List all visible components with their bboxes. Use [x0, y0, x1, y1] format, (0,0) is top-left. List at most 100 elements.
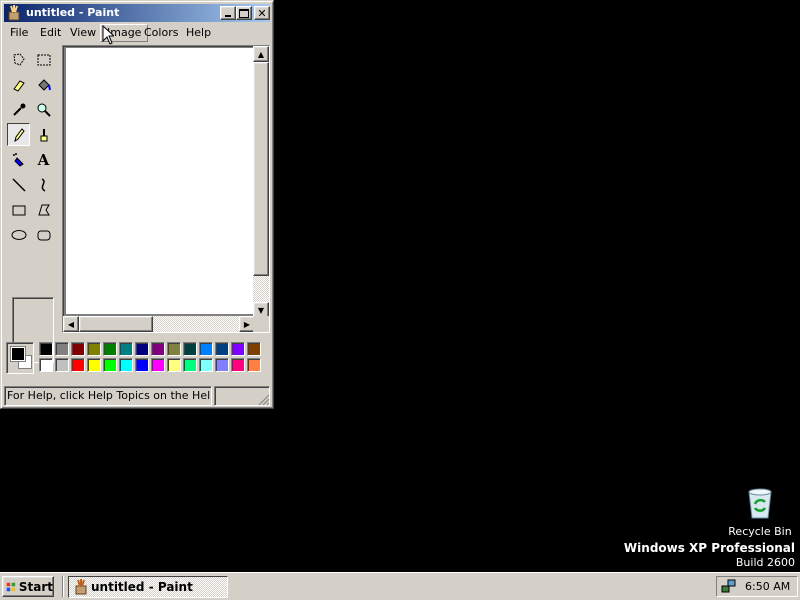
tool-polygon[interactable] — [32, 198, 55, 221]
paint-app-icon — [75, 579, 87, 595]
palette-swatch[interactable] — [151, 342, 165, 356]
brush-icon — [40, 128, 47, 141]
palette-swatch[interactable] — [71, 342, 85, 356]
palette-swatch[interactable] — [39, 342, 53, 356]
tool-brush[interactable] — [32, 123, 55, 146]
tool-free-form-select[interactable] — [7, 48, 30, 71]
eyedropper-icon — [12, 103, 25, 116]
tool-eraser[interactable] — [7, 73, 30, 96]
menu-help[interactable]: Help — [180, 25, 217, 41]
tool-select[interactable] — [32, 48, 55, 71]
paint-window: untitled - Paint ✕ File Edit View Image … — [0, 0, 274, 409]
line-icon — [11, 177, 26, 192]
tool-fill[interactable] — [32, 73, 55, 96]
horizontal-scrollbar[interactable]: ◀ ▶ — [63, 316, 255, 332]
free-form-select-icon — [12, 52, 25, 66]
canvas-area: ▲ ▼ ◀ ▶ — [62, 45, 270, 333]
palette-swatch[interactable] — [135, 358, 149, 372]
tool-line[interactable] — [7, 173, 30, 196]
eraser-icon — [12, 79, 25, 92]
palette-swatch[interactable] — [119, 342, 133, 356]
scroll-corner — [253, 316, 269, 332]
recycle-bin[interactable]: Recycle Bin — [722, 486, 798, 540]
palette-swatch[interactable] — [87, 342, 101, 356]
drawing-canvas[interactable] — [66, 48, 256, 314]
system-tray: 6:50 AM — [716, 576, 798, 597]
palette-swatch[interactable] — [55, 342, 69, 356]
horizontal-scroll-thumb[interactable] — [79, 316, 153, 332]
palette-swatch[interactable] — [199, 342, 213, 356]
color-palette — [4, 339, 270, 377]
palette-swatch[interactable] — [247, 358, 261, 372]
scroll-left-button[interactable]: ◀ — [63, 316, 79, 332]
window-title: untitled - Paint — [26, 6, 120, 19]
palette-swatch[interactable] — [231, 342, 245, 356]
resize-grip-icon[interactable] — [258, 394, 270, 406]
palette-swatch[interactable] — [231, 358, 245, 372]
palette-swatch[interactable] — [119, 358, 133, 372]
tool-pencil[interactable] — [7, 123, 30, 146]
palette-swatch[interactable] — [135, 342, 149, 356]
tool-magnifier[interactable] — [32, 98, 55, 121]
maximize-button[interactable] — [236, 6, 252, 20]
palette-swatch[interactable] — [167, 358, 181, 372]
palette-swatch[interactable] — [199, 358, 213, 372]
foreground-color[interactable] — [10, 346, 26, 362]
airbrush-icon — [12, 152, 24, 167]
os-build-watermark: Build 2600 — [735, 556, 795, 569]
close-icon: ✕ — [257, 6, 267, 20]
tool-rectangle[interactable] — [7, 198, 30, 221]
recycle-bin-icon — [748, 488, 772, 519]
palette-swatch[interactable] — [87, 358, 101, 372]
palette-swatch[interactable] — [55, 358, 69, 372]
maximize-icon — [239, 8, 249, 18]
menu-bar: File Edit View Image Colors Help — [4, 23, 270, 42]
tool-text[interactable]: A — [32, 148, 55, 171]
minimize-icon — [225, 15, 231, 17]
tool-curve[interactable] — [32, 173, 55, 196]
arrow-left-icon: ◀ — [67, 319, 75, 329]
palette-swatch[interactable] — [103, 358, 117, 372]
close-button[interactable]: ✕ — [254, 6, 270, 20]
palette-swatch[interactable] — [183, 358, 197, 372]
palette-swatch[interactable] — [71, 358, 85, 372]
palette-swatch[interactable] — [103, 342, 117, 356]
menu-edit[interactable]: Edit — [34, 25, 67, 41]
pencil-icon — [13, 127, 25, 142]
paint-app-icon — [8, 5, 20, 21]
tool-airbrush[interactable] — [7, 148, 30, 171]
fill-bucket-icon — [37, 78, 51, 91]
vertical-scrollbar[interactable]: ▲ ▼ — [253, 46, 269, 318]
palette-swatch[interactable] — [151, 358, 165, 372]
palette-swatch[interactable] — [215, 342, 229, 356]
magnifier-icon — [37, 103, 51, 117]
select-icon — [37, 54, 50, 65]
menu-view[interactable]: View — [64, 25, 102, 41]
mouse-cursor-icon — [102, 25, 114, 45]
tool-rounded-rectangle[interactable] — [32, 223, 55, 246]
start-button[interactable]: Start — [2, 576, 54, 597]
recycle-bin-label: Recycle Bin — [728, 525, 792, 538]
clock[interactable]: 6:50 AM — [745, 580, 790, 593]
toolbox: A — [4, 45, 60, 363]
palette-swatch[interactable] — [183, 342, 197, 356]
palette-swatch[interactable] — [247, 342, 261, 356]
palette-swatch[interactable] — [39, 358, 53, 372]
text-tool-icon: A — [37, 150, 50, 169]
vertical-scroll-thumb[interactable] — [253, 62, 269, 276]
network-icon[interactable] — [721, 578, 737, 594]
taskbar-button-paint[interactable]: untitled - Paint — [68, 576, 228, 598]
menu-file[interactable]: File — [4, 25, 34, 41]
scroll-up-button[interactable]: ▲ — [253, 46, 269, 62]
palette-swatch[interactable] — [167, 342, 181, 356]
palette-swatch[interactable] — [215, 358, 229, 372]
menu-colors[interactable]: Colors — [138, 25, 184, 41]
arrow-up-icon: ▲ — [257, 49, 265, 59]
os-name-watermark: Windows XP Professional — [623, 541, 795, 555]
tool-ellipse[interactable] — [7, 223, 30, 246]
taskbar-button-label: untitled - Paint — [91, 580, 193, 594]
windows-logo-icon — [6, 582, 16, 591]
title-bar[interactable]: untitled - Paint ✕ — [4, 4, 270, 22]
minimize-button[interactable] — [220, 6, 236, 20]
tool-pick-color[interactable] — [7, 98, 30, 121]
